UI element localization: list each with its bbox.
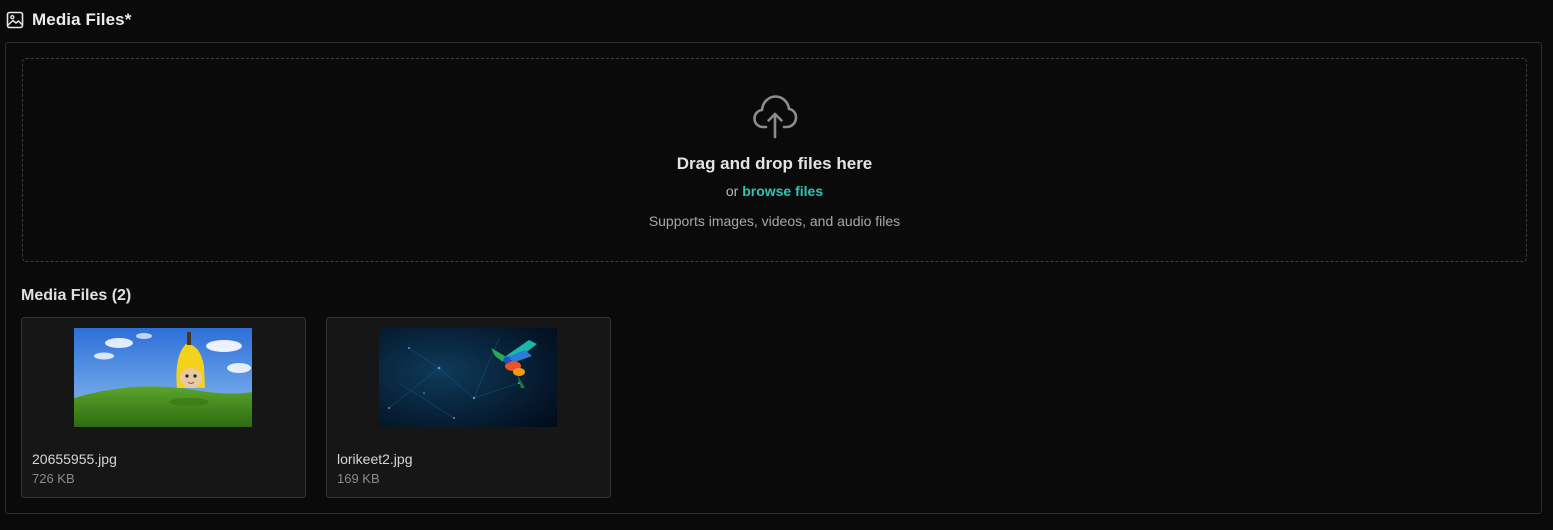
media-files-heading: Media Files (2) xyxy=(21,287,132,304)
file-size: 169 KB xyxy=(337,471,380,486)
file-name: 20655955.jpg xyxy=(32,451,117,467)
dropzone-or-text: or xyxy=(725,183,739,199)
file-dropzone[interactable]: Drag and drop files here or browse files… xyxy=(22,58,1527,262)
dropzone-hint: Supports images, videos, and audio files xyxy=(648,213,901,229)
file-size: 726 KB xyxy=(32,471,75,486)
dropzone-title: Drag and drop files here xyxy=(676,154,873,173)
file-card-lorikeet2[interactable]: lorikeet2.jpg 169 KB xyxy=(326,317,611,498)
browse-files-link[interactable]: browse files xyxy=(742,183,823,199)
dropzone-or-line: or browse files xyxy=(23,183,1526,199)
image-icon xyxy=(6,11,24,29)
media-files-panel: Drag and drop files here or browse files… xyxy=(5,42,1542,514)
file-thumbnail-parrot-image xyxy=(379,328,557,427)
cloud-upload-icon xyxy=(752,95,797,139)
file-card-20655955[interactable]: 20655955.jpg 726 KB xyxy=(21,317,306,498)
file-name: lorikeet2.jpg xyxy=(337,451,413,467)
file-thumbnail-cat-image xyxy=(74,328,252,427)
section-title: Media Files* xyxy=(32,10,132,29)
section-header: Media Files* xyxy=(6,9,131,31)
